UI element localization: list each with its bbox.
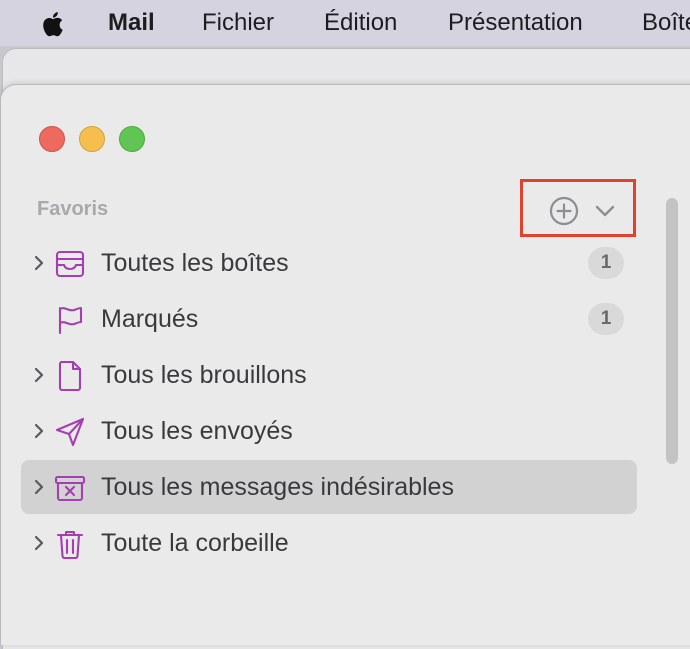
- unread-count-badge: 1: [588, 247, 624, 279]
- chevron-right-icon[interactable]: [29, 421, 49, 441]
- mail-window: Favoris Toutes les boîtes 1 Marqués 1 To…: [0, 84, 690, 645]
- sidebar-item-label: Tous les brouillons: [101, 361, 307, 389]
- chevron-right-icon[interactable]: [29, 477, 49, 497]
- junk-box-icon: [54, 475, 86, 502]
- close-window-button[interactable]: [39, 126, 65, 152]
- sidebar-item-all-drafts[interactable]: Tous les brouillons: [21, 348, 637, 402]
- trash-icon: [56, 530, 84, 560]
- inbox-tray-icon: [55, 250, 85, 278]
- sidebar-item-all-sent[interactable]: Tous les envoyés: [21, 404, 637, 458]
- favorites-section-header: Favoris: [37, 198, 109, 220]
- sidebar-item-all-junk[interactable]: Tous les messages indésirables: [21, 460, 637, 514]
- sidebar-item-all-trash[interactable]: Toute la corbeille: [21, 516, 637, 570]
- sidebar-item-all-inboxes[interactable]: Toutes les boîtes 1: [21, 236, 637, 290]
- chevron-right-icon[interactable]: [29, 365, 49, 385]
- menu-app-name[interactable]: Mail: [108, 0, 155, 46]
- menu-bar: Mail Fichier Édition Présentation Boîte: [0, 0, 690, 46]
- document-icon: [58, 360, 82, 392]
- menu-boite[interactable]: Boîte: [642, 0, 690, 46]
- menu-presentation[interactable]: Présentation: [448, 0, 583, 46]
- sidebar-item-flagged[interactable]: Marqués 1: [21, 292, 637, 346]
- sidebar-item-label: Toute la corbeille: [101, 529, 289, 557]
- paper-plane-icon: [55, 417, 85, 447]
- sidebar-scrollbar[interactable]: [663, 195, 681, 465]
- menu-fichier[interactable]: Fichier: [202, 0, 274, 46]
- sidebar-item-label: Marqués: [101, 305, 199, 333]
- sidebar-item-label: Tous les messages indésirables: [101, 473, 454, 501]
- chevron-right-icon[interactable]: [29, 253, 49, 273]
- scrollbar-thumb[interactable]: [666, 198, 678, 464]
- flag-icon: [58, 306, 83, 335]
- chevron-right-icon[interactable]: [29, 533, 49, 553]
- apple-logo-icon[interactable]: [38, 8, 70, 40]
- sidebar-item-label: Tous les envoyés: [101, 417, 293, 445]
- zoom-window-button[interactable]: [119, 126, 145, 152]
- highlight-annotation-box: [520, 179, 636, 237]
- menu-edition[interactable]: Édition: [324, 0, 397, 46]
- minimize-window-button[interactable]: [79, 126, 105, 152]
- flagged-count-badge: 1: [588, 303, 624, 335]
- sidebar-item-label: Toutes les boîtes: [101, 249, 289, 277]
